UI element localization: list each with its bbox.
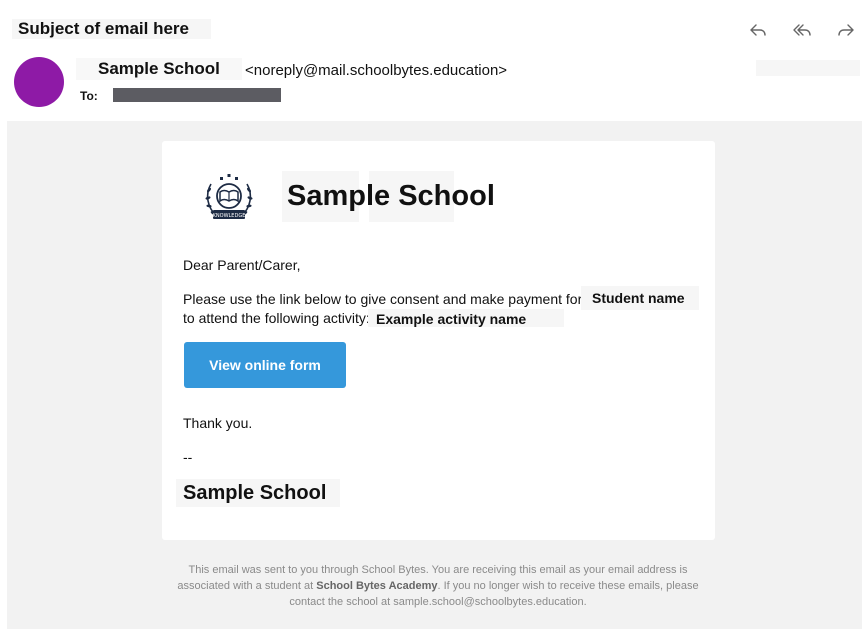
view-online-form-button[interactable]: View online form [184, 342, 346, 388]
consent-text-line1: Please use the link below to give consen… [183, 291, 583, 307]
header-right-area [756, 60, 860, 76]
email-subject: Subject of email here [12, 19, 211, 39]
sender-avatar [14, 57, 64, 107]
school-logo: KNOWLEDGE [205, 174, 253, 219]
reply-icon[interactable] [746, 20, 770, 40]
signature-separator: -- [183, 449, 193, 465]
to-label: To: [80, 89, 98, 103]
forward-icon[interactable] [834, 20, 858, 40]
logo-text: KNOWLEDGE [213, 213, 246, 219]
signature-school-name: Sample School [183, 482, 327, 504]
student-name: Student name [592, 290, 685, 306]
thanks-text: Thank you. [183, 415, 253, 431]
consent-text-line2: to attend the following activity: [183, 310, 370, 326]
greeting-text: Dear Parent/Carer, [183, 257, 301, 273]
school-name-heading: Sample School [287, 180, 495, 212]
recipient-redacted [113, 88, 281, 102]
email-footer: This email was sent to you through Schoo… [170, 562, 706, 610]
footer-academy-name: School Bytes Academy [316, 580, 438, 592]
sender-name: Sample School [76, 58, 242, 80]
message-actions [746, 20, 858, 40]
sender-email: <noreply@mail.schoolbytes.education> [245, 62, 508, 79]
activity-name: Example activity name [376, 311, 527, 327]
reply-all-icon[interactable] [790, 20, 814, 40]
